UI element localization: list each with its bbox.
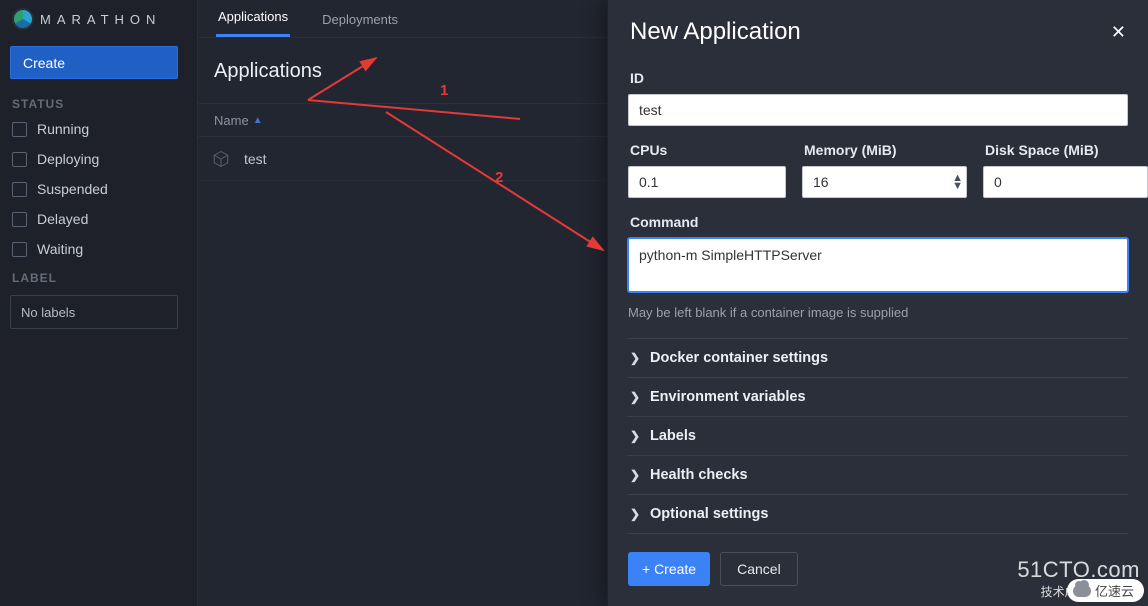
chevron-right-icon: ❯ (630, 351, 640, 365)
section-health[interactable]: ❯ Health checks (628, 456, 1128, 495)
provider-text: 亿速云 (1095, 581, 1134, 600)
filter-label: Suspended (37, 181, 108, 197)
id-label: ID (630, 70, 1128, 86)
memory-input[interactable] (802, 166, 967, 198)
section-docker[interactable]: ❯ Docker container settings (628, 339, 1128, 378)
checkbox-icon (12, 242, 27, 257)
command-label: Command (630, 214, 1128, 230)
labels-input[interactable] (10, 295, 178, 329)
filter-label: Delayed (37, 211, 88, 227)
memory-label: Memory (MiB) (804, 142, 967, 158)
section-labels[interactable]: ❯ Labels (628, 417, 1128, 456)
chevron-right-icon: ❯ (630, 507, 640, 521)
filter-delayed[interactable]: Delayed (12, 211, 187, 227)
modal-title: New Application (630, 18, 801, 46)
col-name: Name (214, 113, 249, 128)
section-label: Docker container settings (650, 350, 828, 366)
filter-deploying[interactable]: Deploying (12, 151, 187, 167)
disk-input[interactable] (983, 166, 1148, 198)
chevron-right-icon: ❯ (630, 468, 640, 482)
close-icon[interactable]: ✕ (1111, 22, 1126, 43)
create-button[interactable]: Create (10, 46, 178, 79)
filter-running[interactable]: Running (12, 121, 187, 137)
command-hint: May be left blank if a container image i… (628, 305, 1128, 320)
annotation-2: 2 (495, 169, 503, 186)
filter-label: Running (37, 121, 89, 137)
chevron-right-icon: ❯ (630, 390, 640, 404)
modal-create-button[interactable]: + Create (628, 552, 710, 586)
status-heading: STATUS (12, 97, 187, 111)
chevron-right-icon: ❯ (630, 429, 640, 443)
filter-label: Waiting (37, 241, 83, 257)
section-label: Health checks (650, 467, 748, 483)
id-input[interactable] (628, 94, 1128, 126)
annotation-1: 1 (440, 82, 448, 99)
modal-cancel-button[interactable]: Cancel (720, 552, 798, 586)
row-name: test (244, 151, 267, 167)
brand-text: MARATHON (40, 12, 161, 27)
checkbox-icon (12, 182, 27, 197)
tab-deployments[interactable]: Deployments (320, 12, 400, 37)
section-label: Environment variables (650, 389, 806, 405)
label-heading: LABEL (12, 271, 187, 285)
command-input[interactable] (628, 238, 1128, 292)
cpus-input[interactable] (628, 166, 786, 198)
brand-mark-icon (12, 8, 34, 30)
cloud-icon (1073, 585, 1091, 597)
filter-suspended[interactable]: Suspended (12, 181, 187, 197)
section-label: Labels (650, 428, 696, 444)
brand-logo: MARATHON (10, 0, 187, 38)
cpus-label: CPUs (630, 142, 786, 158)
section-optional[interactable]: ❯ Optional settings (628, 495, 1128, 534)
section-label: Optional settings (650, 506, 768, 522)
disk-label: Disk Space (MiB) (985, 142, 1148, 158)
checkbox-icon (12, 212, 27, 227)
tab-applications[interactable]: Applications (216, 9, 290, 37)
filter-label: Deploying (37, 151, 99, 167)
app-icon (212, 150, 230, 168)
provider-badge: 亿速云 (1067, 579, 1144, 602)
filter-waiting[interactable]: Waiting (12, 241, 187, 257)
checkbox-icon (12, 122, 27, 137)
section-env[interactable]: ❯ Environment variables (628, 378, 1128, 417)
sort-asc-icon: ▲ (253, 115, 263, 126)
new-app-modal: New Application ✕ ID CPUs Memory (MiB) ▲… (607, 0, 1148, 606)
checkbox-icon (12, 152, 27, 167)
